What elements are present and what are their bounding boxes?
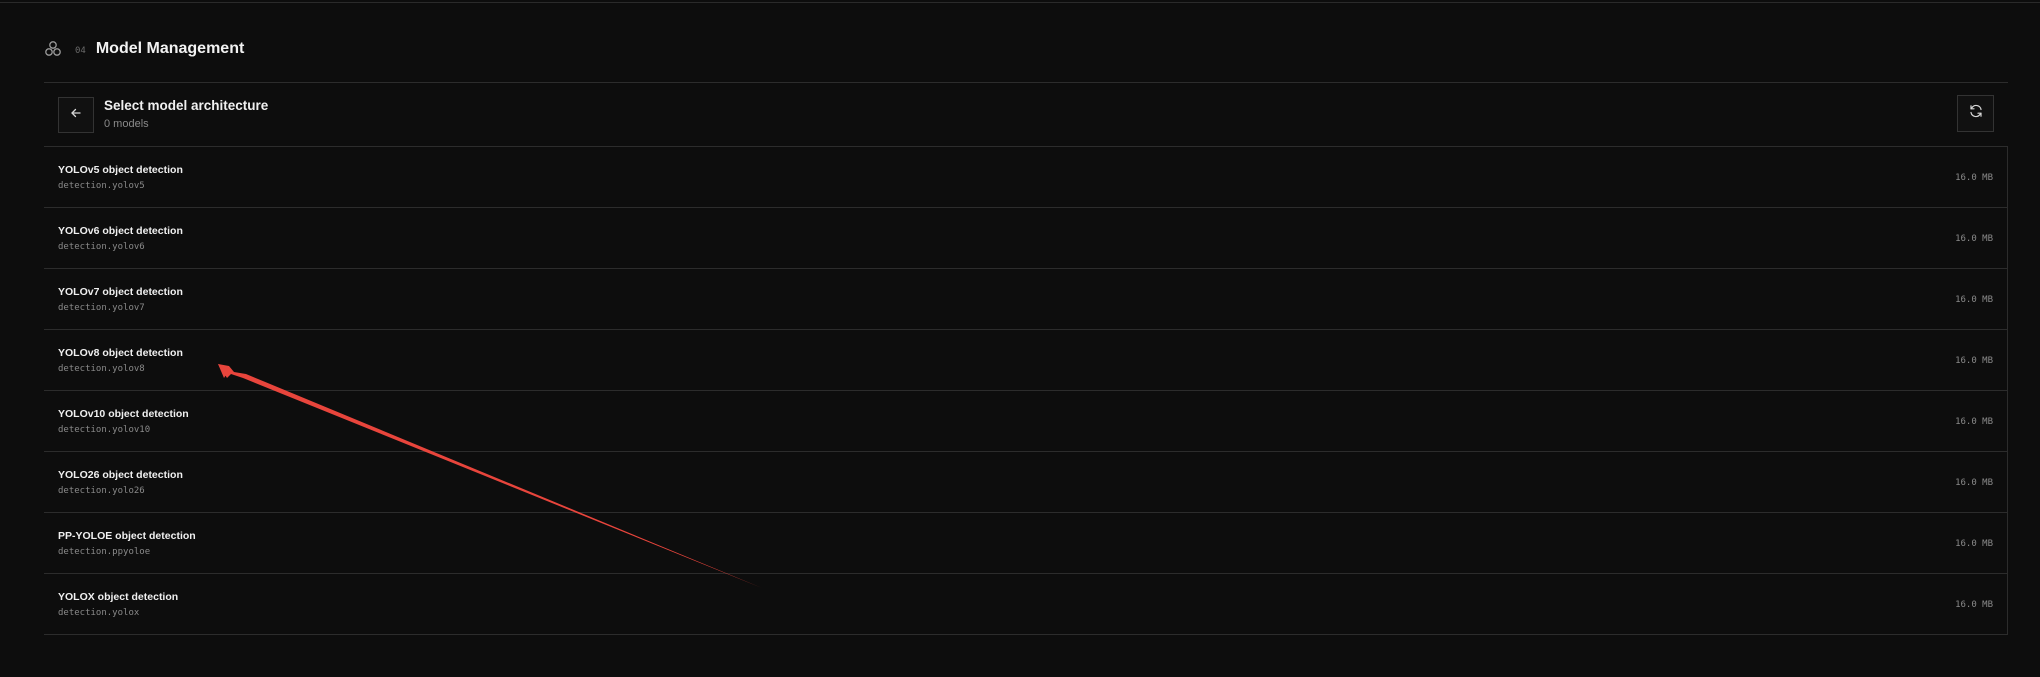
model-id: detection.yolox: [58, 608, 140, 618]
refresh-button[interactable]: [1957, 95, 1994, 132]
model-id: detection.yolov7: [58, 303, 145, 313]
model-size: 16.0 MB: [1955, 356, 1993, 366]
model-size: 16.0 MB: [1955, 295, 1993, 305]
model-name: YOLOv8 object detection: [58, 347, 183, 359]
model-size: 16.0 MB: [1955, 173, 1993, 183]
model-name: PP-YOLOE object detection: [58, 530, 196, 542]
model-id: detection.yolo26: [58, 486, 145, 496]
model-count: 0 models: [104, 118, 149, 130]
panel-header: Select model architecture 0 models: [44, 83, 2008, 147]
model-id: detection.yolov6: [58, 242, 145, 252]
model-size: 16.0 MB: [1955, 234, 1993, 244]
model-name: YOLOX object detection: [58, 591, 179, 603]
model-size: 16.0 MB: [1955, 539, 1993, 549]
model-size: 16.0 MB: [1955, 417, 1993, 427]
model-list-item[interactable]: YOLOv6 object detection detection.yolov6 1…: [44, 208, 2007, 269]
model-id: detection.yolov10: [58, 425, 151, 435]
model-name: YOLO26 object detection: [58, 469, 183, 481]
model-name: YOLOv10 object detection: [58, 408, 189, 420]
model-list-item[interactable]: YOLOv5 object detection detection.yolov5 1…: [44, 147, 2007, 208]
model-id: detection.yolov5: [58, 181, 145, 191]
model-list: YOLOv5 object detection detection.yolov5 1…: [44, 146, 2008, 635]
section-title: Model Management: [95, 40, 245, 57]
panel-header-text: Select model architecture 0 models: [104, 98, 268, 131]
section-number: 04: [75, 45, 86, 56]
back-button[interactable]: [58, 97, 94, 133]
model-size: 16.0 MB: [1955, 600, 1993, 610]
model-list-item[interactable]: YOLOv10 object detection detection.yolov1…: [44, 391, 2007, 452]
model-size: 16.0 MB: [1955, 478, 1993, 488]
model-list-item[interactable]: YOLOX object detection detection.yolox 16.…: [44, 574, 2007, 635]
model-id: detection.yolov8: [58, 364, 145, 374]
model-architecture-panel: Select model architecture 0 models YOLOv…: [44, 82, 2008, 642]
model-id: detection.ppyoloe: [58, 547, 151, 557]
model-name: YOLOv6 object detection: [58, 225, 183, 237]
model-list-item[interactable]: YOLOv8 object detection detection.yolov8 1…: [44, 330, 2007, 391]
panel-title: Select model architecture: [104, 98, 269, 113]
refresh-icon: [1969, 104, 1983, 123]
model-list-item[interactable]: PP-YOLOE object detection detection.ppyol…: [44, 513, 2007, 574]
stack-circles-icon: [44, 40, 62, 58]
top-divider: [0, 2, 2040, 3]
arrow-left-icon: [70, 106, 82, 124]
model-name: YOLOv7 object detection: [58, 286, 183, 298]
model-list-item[interactable]: YOLOv7 object detection detection.yolov7 1…: [44, 269, 2007, 330]
section-header: 04 Model Management: [44, 38, 244, 60]
model-name: YOLOv5 object detection: [58, 164, 183, 176]
model-list-item[interactable]: YOLO26 object detection detection.yolo26 1…: [44, 452, 2007, 513]
